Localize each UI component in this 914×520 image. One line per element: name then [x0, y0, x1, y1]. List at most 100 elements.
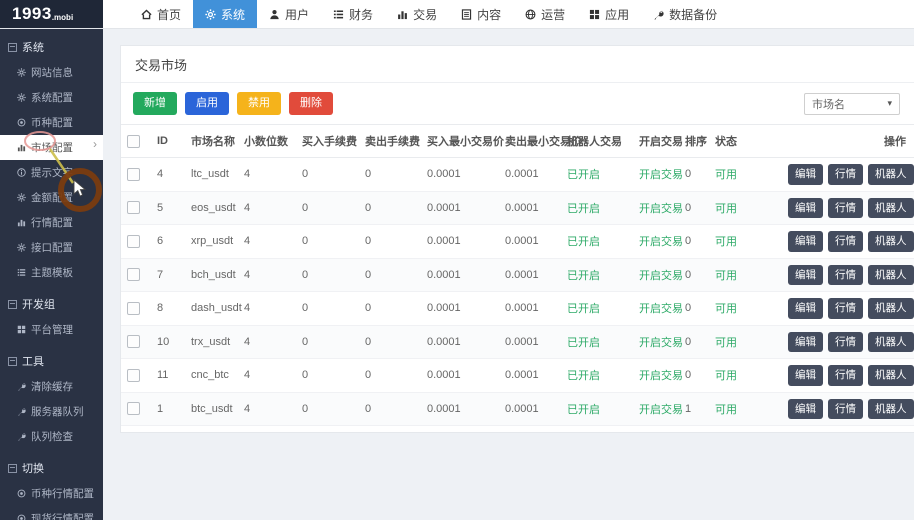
top-bar: 1993 .mobi 首页 系统用户财务交易内容运营应用数据备份	[0, 0, 914, 29]
row-checkbox[interactable]	[127, 235, 140, 248]
robot-button[interactable]: 机器人	[868, 265, 914, 286]
sidebar-section-label: 系统	[22, 39, 44, 55]
edit-button[interactable]: 编辑	[788, 365, 823, 386]
sidebar-item-label: 主题模板	[31, 265, 73, 280]
market-name: eos_usdt	[185, 191, 238, 225]
sell-min-price: 0.0001	[499, 258, 561, 292]
sidebar-item-label: 接口配置	[31, 240, 73, 255]
edit-button[interactable]: 编辑	[788, 298, 823, 319]
row-checkbox[interactable]	[127, 369, 140, 382]
row-checkbox[interactable]	[127, 268, 140, 281]
nav-item-finance[interactable]: 财务	[321, 0, 385, 28]
market-filter-select[interactable]: 市场名 ▾	[804, 93, 900, 115]
delete-button[interactable]: 删除	[289, 92, 333, 115]
sidebar-item-api-config[interactable]: 接口配置	[0, 235, 103, 260]
sidebar-item-system-config[interactable]: 系统配置	[0, 85, 103, 110]
buy-min-price: 0.0001	[421, 392, 499, 426]
sidebar-item-spot-quotes-config[interactable]: 现货行情配置	[0, 506, 103, 520]
nav-item-operation[interactable]: 运营	[513, 0, 577, 28]
quotes-button[interactable]: 行情	[828, 399, 863, 420]
sidebar-item-clear-cache[interactable]: 清除缓存	[0, 374, 103, 399]
buy-fee: 0	[296, 426, 359, 434]
sidebar-item-coin-config[interactable]: 币种配置	[0, 110, 103, 135]
quotes-button[interactable]: 行情	[828, 298, 863, 319]
sell-min-price: 0.0001	[499, 359, 561, 393]
table-row: 8dash_usdt4000.00010.0001已开启开启交易0可用编辑行情机…	[121, 292, 914, 326]
nav-item-label: 系统	[221, 6, 245, 23]
sort-order: 0	[679, 191, 709, 225]
grid-icon	[17, 325, 26, 334]
edit-button[interactable]: 编辑	[788, 265, 823, 286]
sidebar-item-platform-manage[interactable]: 平台管理	[0, 317, 103, 342]
sidebar-item-amount-config[interactable]: 金额配置	[0, 185, 103, 210]
wrench-icon	[17, 382, 26, 391]
robot-button[interactable]: 机器人	[868, 198, 914, 219]
status-badge: 可用	[709, 191, 761, 225]
quotes-button[interactable]: 行情	[828, 332, 863, 353]
sidebar-section-header-switch[interactable]: 切换	[0, 453, 103, 481]
sidebar-item-tip-text[interactable]: 提示文字	[0, 160, 103, 185]
nav-item-trade[interactable]: 交易	[385, 0, 449, 28]
row-checkbox[interactable]	[127, 402, 140, 415]
chart-icon	[17, 218, 26, 227]
robot-button[interactable]: 机器人	[868, 231, 914, 252]
nav-item-data-backup[interactable]: 数据备份	[641, 0, 729, 28]
sort-order: 0	[679, 359, 709, 393]
sidebar-item-site-info[interactable]: 网站信息	[0, 60, 103, 85]
row-checkbox[interactable]	[127, 168, 140, 181]
sidebar-section-header-dev[interactable]: 开发组	[0, 289, 103, 317]
nav-item-home[interactable]: 首页	[129, 0, 193, 28]
sidebar-item-label: 网站信息	[31, 65, 73, 80]
robot-button[interactable]: 机器人	[868, 298, 914, 319]
robot-button[interactable]: 机器人	[868, 332, 914, 353]
sidebar-item-label: 币种配置	[31, 115, 73, 130]
brand-logo[interactable]: 1993 .mobi	[0, 0, 103, 28]
sidebar-item-quotes-config[interactable]: 行情配置	[0, 210, 103, 235]
robot-button[interactable]: 机器人	[868, 164, 914, 185]
nav-item-system[interactable]: 系统	[193, 0, 257, 28]
quotes-button[interactable]: 行情	[828, 231, 863, 252]
sidebar-item-coin-quotes-config[interactable]: 币种行情配置	[0, 481, 103, 506]
gear-icon	[17, 193, 26, 202]
sidebar-section-system: 系统网站信息系统配置币种配置市场配置›提示文字金额配置行情配置接口配置主题模板	[0, 28, 103, 285]
row-actions: 编辑行情机器人查看订单	[761, 426, 914, 434]
quotes-button[interactable]: 行情	[828, 432, 863, 433]
nav-item-users[interactable]: 用户	[257, 0, 321, 28]
sidebar-item-label: 金额配置	[31, 190, 73, 205]
edit-button[interactable]: 编辑	[788, 332, 823, 353]
row-checkbox[interactable]	[127, 302, 140, 315]
robot-button[interactable]: 机器人	[868, 432, 914, 433]
row-checkbox[interactable]	[127, 335, 140, 348]
nav-item-apps[interactable]: 应用	[577, 0, 641, 28]
enable-button[interactable]: 启用	[185, 92, 229, 115]
edit-button[interactable]: 编辑	[788, 164, 823, 185]
sidebar-item-label: 清除缓存	[31, 379, 73, 394]
disable-button[interactable]: 禁用	[237, 92, 281, 115]
robot-button[interactable]: 机器人	[868, 365, 914, 386]
edit-button[interactable]: 编辑	[788, 198, 823, 219]
sidebar-item-server-queue[interactable]: 服务器队列	[0, 399, 103, 424]
select-all-checkbox[interactable]	[127, 135, 140, 148]
row-id: 6	[151, 225, 185, 259]
robot-trading-status: 已开启	[561, 325, 633, 359]
buy-min-price: 0.0001	[421, 325, 499, 359]
add-button[interactable]: 新增	[133, 92, 177, 115]
quotes-button[interactable]: 行情	[828, 365, 863, 386]
nav-item-content[interactable]: 内容	[449, 0, 513, 28]
sidebar-item-queue-check[interactable]: 队列检查	[0, 424, 103, 449]
robot-button[interactable]: 机器人	[868, 399, 914, 420]
sidebar-item-market-config[interactable]: 市场配置›	[0, 135, 103, 160]
sidebar-section-label: 切换	[22, 460, 44, 476]
sidebar-item-theme-template[interactable]: 主题模板	[0, 260, 103, 285]
quotes-button[interactable]: 行情	[828, 198, 863, 219]
sidebar-section-header-tools[interactable]: 工具	[0, 346, 103, 374]
quotes-button[interactable]: 行情	[828, 164, 863, 185]
edit-button[interactable]: 编辑	[788, 432, 823, 433]
table-body: 4ltc_usdt4000.00010.0001已开启开启交易0可用编辑行情机器…	[121, 158, 914, 434]
sidebar-section-header-system[interactable]: 系统	[0, 32, 103, 60]
edit-button[interactable]: 编辑	[788, 231, 823, 252]
row-checkbox[interactable]	[127, 201, 140, 214]
quotes-button[interactable]: 行情	[828, 265, 863, 286]
sell-min-price: 0.0001	[499, 158, 561, 192]
edit-button[interactable]: 编辑	[788, 399, 823, 420]
